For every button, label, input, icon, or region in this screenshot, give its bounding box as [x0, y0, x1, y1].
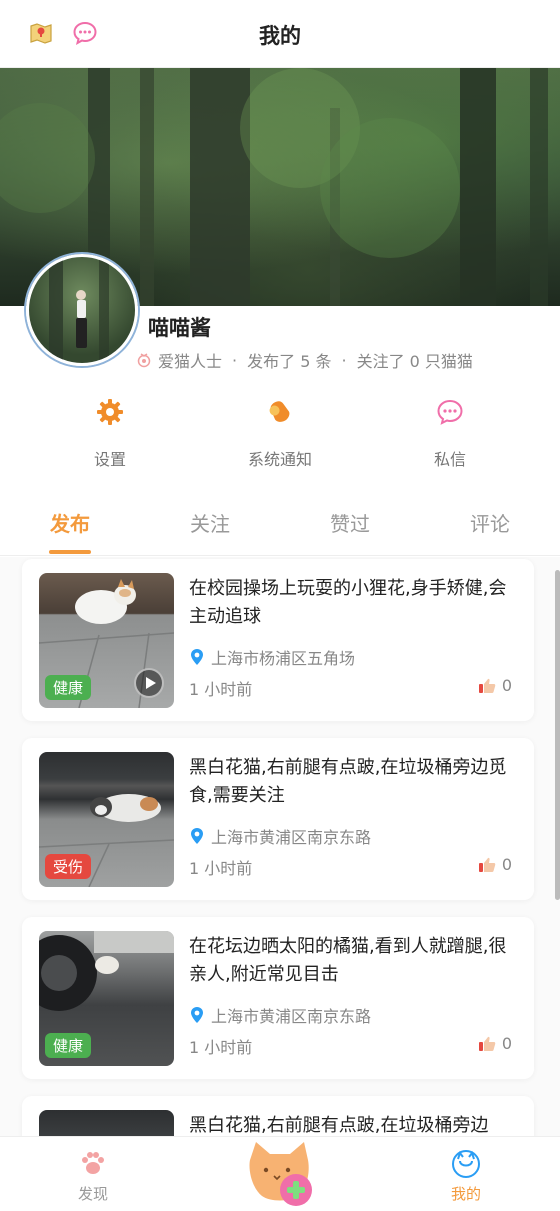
user-meta: 爱猫人士 · 发布了 5 条 · 关注了 0 只猫猫 [136, 348, 473, 372]
scrollbar[interactable] [555, 570, 560, 900]
like-count: 0 [501, 855, 512, 874]
post-card[interactable]: 健康 在校园操场上玩耍的小狸花,身手矫健,会主动追球 上海市杨浦区五角场 1 小… [22, 559, 534, 721]
direct-message-label: 私信 [433, 450, 466, 469]
like-button[interactable]: 0 [478, 855, 512, 874]
location-pin-icon [191, 649, 203, 665]
status-badge: 受伤 [45, 854, 92, 879]
system-notification-button[interactable]: 系统通知 [210, 396, 350, 470]
post-card[interactable]: 黑白花猫,右前腿有点跛,在垃圾桶旁边 [22, 1096, 534, 1137]
post-location-text: 上海市黄浦区南京东路 [211, 1007, 372, 1026]
post-time: 1 小时前 [189, 680, 253, 699]
app-root: 我的 喵喵酱 爱猫人士 · 发布了 5 条 · 关注了 0 只猫猫 设置 系统通… [0, 0, 560, 1211]
user-following-count: 关注了 0 只猫猫 [356, 352, 473, 371]
post-location-text: 上海市杨浦区五角场 [211, 649, 356, 668]
post-thumbnail[interactable]: 健康 [39, 931, 174, 1066]
status-badge: 健康 [45, 1033, 92, 1058]
post-card[interactable]: 受伤 黑白花猫,右前腿有点跛,在垃圾桶旁边觅食,需要关注 上海市黄浦区南京东路 … [22, 738, 534, 900]
video-play-icon[interactable] [134, 668, 164, 698]
bell-icon [269, 401, 290, 422]
settings-label: 设置 [93, 450, 126, 469]
post-card[interactable]: 健康 在花坛边晒太阳的橘猫,看到人就蹭腿,很亲人,附近常见目击 上海市黄浦区南京… [22, 917, 534, 1079]
post-location: 上海市黄浦区南京东路 [189, 824, 371, 848]
system-notification-label: 系统通知 [247, 450, 312, 469]
top-bar: 我的 [0, 0, 560, 68]
tab-liked[interactable]: 赞过 [310, 508, 390, 537]
post-location: 上海市杨浦区五角场 [189, 645, 355, 669]
status-badge: 健康 [45, 675, 92, 700]
post-time: 1 小时前 [189, 1038, 253, 1057]
post-time: 1 小时前 [189, 859, 253, 878]
like-count: 0 [501, 1034, 512, 1053]
like-button[interactable]: 0 [478, 1034, 512, 1053]
thumbs-up-icon [478, 857, 496, 872]
tab-following[interactable]: 关注 [170, 508, 250, 537]
thumbs-up-icon [478, 1036, 496, 1051]
thumbs-up-icon [478, 678, 496, 693]
post-title[interactable]: 在校园操场上玩耍的小狸花,身手矫健,会主动追球 [189, 575, 519, 631]
post-thumbnail[interactable] [39, 1110, 174, 1137]
user-post-count: 发布了 5 条 [247, 352, 332, 371]
post-title[interactable]: 黑白花猫,右前腿有点跛,在垃圾桶旁边 [189, 1112, 519, 1137]
badge-icon [137, 353, 151, 368]
cat-add-icon [249, 1142, 312, 1206]
post-thumbnail[interactable]: 受伤 [39, 752, 174, 887]
post-location: 上海市黄浦区南京东路 [189, 1003, 371, 1027]
like-count: 0 [501, 676, 512, 695]
nav-mine[interactable]: 我的 [406, 1137, 526, 1211]
nav-mine-label: 我的 [450, 1185, 481, 1203]
separator-dot: · [341, 350, 347, 370]
add-post-button[interactable] [244, 1140, 320, 1208]
cat-face-icon [452, 1150, 480, 1178]
separator-dot: · [232, 350, 238, 370]
active-tab-indicator [49, 550, 91, 554]
location-pin-icon [191, 1007, 203, 1023]
tab-published[interactable]: 发布 [30, 508, 110, 537]
location-pin-icon [191, 828, 203, 844]
direct-message-button[interactable]: 私信 [380, 396, 520, 470]
user-name: 喵喵酱 [148, 316, 211, 340]
post-thumbnail[interactable]: 健康 [39, 573, 174, 708]
avatar[interactable] [26, 254, 138, 366]
nav-discover-label: 发现 [77, 1185, 108, 1203]
user-role: 爱猫人士 [158, 352, 223, 371]
page-title: 我的 [259, 24, 301, 48]
profile-tabs: 发布 关注 赞过 评论 [0, 500, 560, 556]
gear-icon [97, 399, 123, 425]
post-location-text: 上海市黄浦区南京东路 [211, 828, 372, 847]
paw-icon [82, 1152, 104, 1174]
nav-discover[interactable]: 发现 [33, 1137, 153, 1211]
post-title[interactable]: 在花坛边晒太阳的橘猫,看到人就蹭腿,很亲人,附近常见目击 [189, 933, 519, 989]
post-list[interactable]: 健康 在校园操场上玩耍的小狸花,身手矫健,会主动追球 上海市杨浦区五角场 1 小… [0, 557, 560, 1137]
tab-comments[interactable]: 评论 [450, 508, 530, 537]
settings-button[interactable]: 设置 [40, 396, 180, 470]
post-title[interactable]: 黑白花猫,右前腿有点跛,在垃圾桶旁边觅食,需要关注 [189, 754, 519, 810]
chat-icon [437, 399, 463, 425]
like-button[interactable]: 0 [478, 676, 512, 695]
